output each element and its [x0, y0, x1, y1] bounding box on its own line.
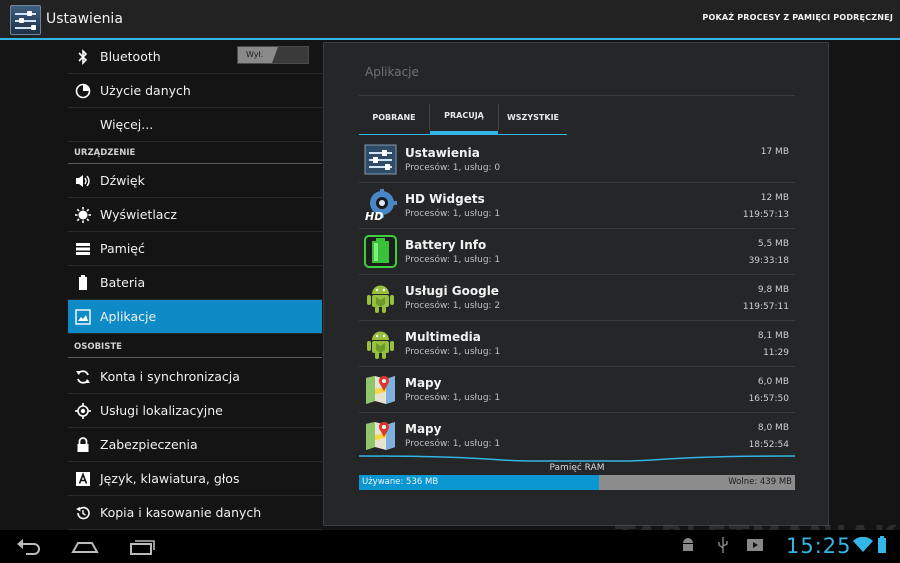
bluetooth-icon — [74, 48, 92, 66]
status-clock: 15:25 — [786, 534, 852, 558]
back-icon[interactable] — [16, 536, 42, 556]
settings-app-icon[interactable] — [10, 5, 41, 35]
home-icon[interactable] — [71, 536, 99, 556]
ram-used-label: Używane: 536 MB — [362, 477, 439, 487]
sidebar-item-bluetooth[interactable]: Bluetooth Wył. — [68, 40, 322, 74]
sidebar-item-backup[interactable]: Kopia i kasowanie danych — [68, 496, 322, 530]
ram-usage-bar: Używane: 536 MB Wolne: 439 MB — [359, 475, 795, 490]
battery-icon — [74, 274, 92, 292]
section-header-personal: OSOBISTE — [68, 336, 322, 358]
data-usage-icon — [74, 82, 92, 100]
action-bar: Ustawienia POKAŻ PROCESY Z PAMIĘCI PODRĘ… — [0, 0, 900, 40]
apps-icon — [74, 308, 92, 326]
app-row[interactable]: HD HD Widgets Procesów: 1, usług: 1 12 M… — [359, 183, 795, 229]
usb-icon — [716, 536, 730, 556]
ram-title: Pamięć RAM — [549, 463, 605, 473]
wifi-icon — [853, 536, 873, 557]
sidebar-item-sound[interactable]: Dźwięk — [68, 164, 322, 198]
storage-icon — [74, 240, 92, 258]
show-cached-processes-button[interactable]: POKAŻ PROCESY Z PAMIĘCI PODRĘCZNEJ — [702, 13, 893, 22]
maps-icon — [364, 419, 397, 452]
battery-info-icon — [364, 235, 397, 268]
sidebar-item-location[interactable]: Usługi lokalizacyjne — [68, 394, 322, 428]
speaker-icon — [74, 172, 92, 190]
lock-icon — [74, 436, 92, 454]
settings-app-icon — [364, 143, 397, 176]
brightness-icon — [74, 206, 92, 224]
backup-icon — [74, 504, 92, 522]
sidebar-item-accounts[interactable]: Konta i synchronizacja — [68, 360, 322, 394]
app-row[interactable]: Mapy Procesów: 1, usług: 1 6,0 MB 16:57:… — [359, 367, 795, 413]
tabs-underline — [359, 134, 567, 135]
tab-downloaded[interactable]: POBRANE — [359, 100, 429, 134]
sidebar-item-data-usage[interactable]: Użycie danych — [68, 74, 322, 108]
tab-all[interactable]: WSZYSTKIE — [499, 100, 567, 134]
android-icon — [364, 281, 397, 314]
sidebar-item-more[interactable]: Więcej... — [68, 108, 322, 142]
svg-text:HD: HD — [365, 210, 383, 222]
app-row[interactable]: Ustawienia Procesów: 1, usług: 0 17 MB — [359, 137, 795, 183]
app-row[interactable]: Multimedia Procesów: 1, usług: 1 8,1 MB … — [359, 321, 795, 367]
settings-list: Bluetooth Wył. Użycie danych Więcej... U… — [68, 40, 322, 530]
sidebar-item-security[interactable]: Zabezpieczenia — [68, 428, 322, 462]
page-title: Ustawienia — [46, 11, 123, 27]
location-icon — [74, 402, 92, 420]
keyboard-letter-icon — [74, 470, 92, 488]
tab-running[interactable]: PRACUJĄ — [430, 100, 498, 134]
sidebar-item-apps[interactable]: Aplikacje — [68, 300, 322, 334]
recent-apps-icon[interactable] — [128, 536, 156, 556]
ram-free-label: Wolne: 439 MB — [728, 477, 792, 487]
panel-divider — [359, 95, 795, 96]
sidebar-item-language[interactable]: Język, klawiatura, głos — [68, 462, 322, 496]
sync-icon — [74, 368, 92, 386]
app-row[interactable]: Battery Info Procesów: 1, usług: 1 5,5 M… — [359, 229, 795, 275]
sidebar-item-display[interactable]: Wyświetlacz — [68, 198, 322, 232]
system-nav-bar: 15:25 — [0, 530, 900, 563]
android-icon — [364, 327, 397, 360]
sidebar-item-storage[interactable]: Pamięć — [68, 232, 322, 266]
app-tabs: POBRANE PRACUJĄ WSZYSTKIE — [359, 100, 569, 134]
app-row[interactable]: Mapy Procesów: 1, usług: 1 8,0 MB 18:52:… — [359, 413, 795, 459]
battery-status-icon — [877, 536, 887, 556]
bluetooth-toggle[interactable]: Wył. — [237, 46, 309, 64]
android-debug-icon — [680, 536, 696, 556]
section-header-device: URZĄDZENIE — [68, 142, 322, 164]
ram-header: Pamięć RAM — [359, 455, 795, 475]
panel-title: Aplikacje — [365, 65, 419, 79]
maps-icon — [364, 373, 397, 406]
app-row[interactable]: Usługi Google Procesów: 1, usług: 2 9,8 … — [359, 275, 795, 321]
hd-widgets-icon: HD — [364, 189, 397, 223]
media-play-icon — [746, 536, 764, 556]
sidebar-item-battery[interactable]: Bateria — [68, 266, 322, 300]
apps-detail-panel: Aplikacje POBRANE PRACUJĄ WSZYSTKIE Usta… — [323, 42, 829, 526]
